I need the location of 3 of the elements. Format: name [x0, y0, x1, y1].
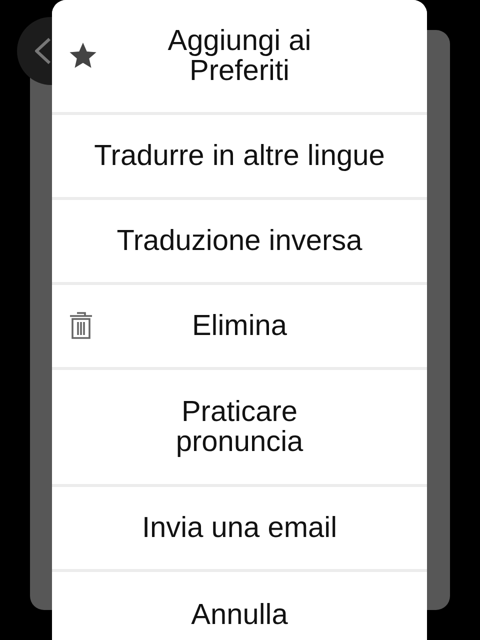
chevron-left-icon: [35, 37, 51, 65]
trash-icon: [67, 309, 95, 341]
menu-item[interactable]: Aggiungi ai Preferiti: [52, 0, 427, 115]
